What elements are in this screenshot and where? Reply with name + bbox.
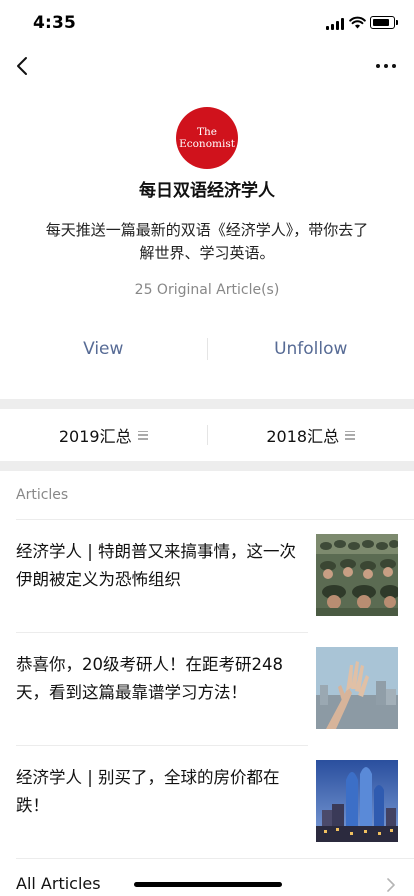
articles-section-label: Articles	[16, 487, 69, 503]
status-time: 4:35	[33, 13, 77, 33]
wifi-icon	[349, 16, 366, 29]
home-indicator[interactable]	[134, 882, 282, 887]
menu-item-label: 2019汇总	[58, 427, 132, 446]
logo-line-2: Economist	[179, 138, 235, 150]
battery-icon	[370, 16, 398, 29]
chevron-left-icon[interactable]	[12, 54, 34, 78]
raised-hand-photo	[316, 647, 398, 729]
city-skyline-photo	[316, 760, 398, 842]
article-item[interactable]: 经济学人 | 特朗普又来搞事情，这一次伊朗被定义为恐怖组织	[16, 520, 398, 632]
article-title: 经济学人 | 别买了，全球的房价都在跌！	[16, 768, 280, 815]
logo-line-1: The	[197, 126, 217, 138]
menu-item-2018[interactable]: 2018汇总	[208, 423, 414, 447]
account-description: 每天推送一篇最新的双语《经济学人》，带你去了解世界、学习英语。	[45, 221, 369, 262]
soldiers-photo	[316, 534, 398, 616]
article-title: 恭喜你，20级考研人！在距考研248天，看到这篇最靠谱学习方法！	[16, 655, 283, 702]
menu-lines-icon	[345, 430, 356, 440]
article-item[interactable]: 恭喜你，20级考研人！在距考研248天，看到这篇最靠谱学习方法！	[16, 633, 398, 745]
section-separator	[0, 399, 414, 409]
account-actions: View Unfollow	[0, 330, 414, 368]
section-separator	[0, 461, 414, 471]
all-articles-link[interactable]: All Articles	[16, 874, 101, 893]
ellipsis-icon[interactable]	[374, 58, 398, 74]
menu-item-2019[interactable]: 2019汇总	[0, 423, 207, 447]
cellular-signal-icon	[326, 18, 345, 30]
unfollow-button[interactable]: Unfollow	[208, 339, 414, 359]
menu-lines-icon	[137, 430, 148, 440]
account-name: 每日双语经济学人	[139, 181, 275, 201]
article-item[interactable]: 经济学人 | 别买了，全球的房价都在跌！	[16, 746, 398, 858]
view-button[interactable]: View	[0, 339, 207, 359]
divider	[16, 858, 414, 859]
menu-item-label: 2018汇总	[266, 427, 340, 446]
status-bar: 4:35	[0, 0, 414, 48]
article-title: 经济学人 | 特朗普又来搞事情，这一次伊朗被定义为恐怖组织	[16, 542, 297, 589]
chevron-right-icon[interactable]	[386, 878, 396, 892]
account-logo: The Economist	[176, 107, 238, 169]
account-menu: 2019汇总 2018汇总	[0, 409, 414, 461]
article-count: 25 Original Article(s)	[134, 282, 280, 298]
